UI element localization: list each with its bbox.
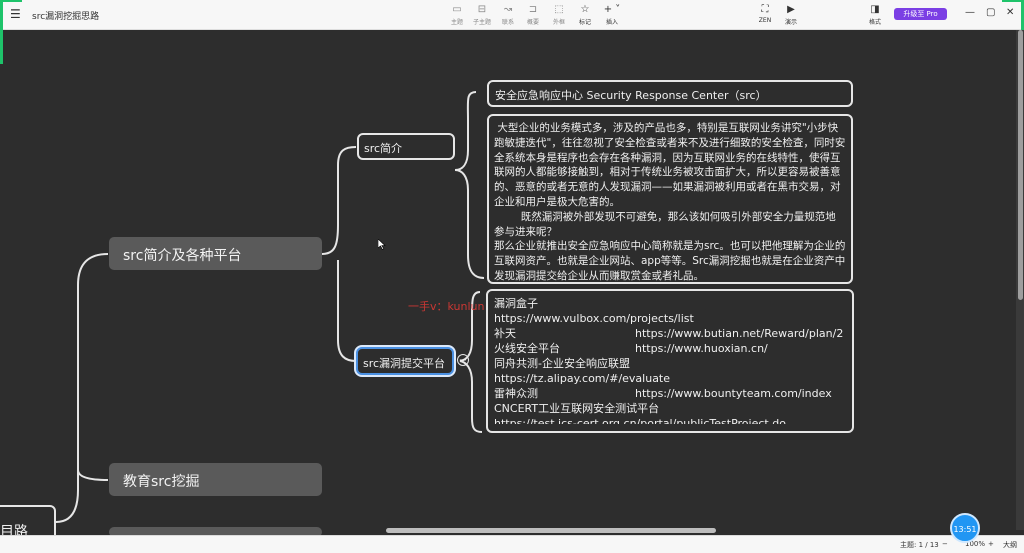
status-bar: 主题: 1 / 13 − 100% + 大纲 [0,535,1024,553]
platform-title: 漏洞盒子 [494,297,538,310]
branch-src-intro-platforms[interactable]: src简介及各种平台 [109,237,322,270]
outline-toggle[interactable]: 大纲 [1003,540,1017,550]
list-item: https://tz.alipay.com/#/evaluate [494,372,671,385]
list-item: https://test.ics-cert.org.cn/portal/publ… [494,417,786,424]
leaf-src-description[interactable]: 大型企业的业务模式多，涉及的产品也多，特别是互联网业务讲究"小步快跑敏捷迭代"，… [487,114,853,284]
topic-count: 主题: 1 / 13 [900,541,939,549]
list-item: 补天 https://www.butian.net/Reward/plan/2 [494,327,844,340]
horizontal-scrollbar[interactable] [386,528,716,533]
leaf-src-definition[interactable]: 安全应急响应中心 Security Response Center（src） [487,80,853,107]
vertical-scrollbar-thumb[interactable] [1018,30,1023,300]
list-item: 雷神众测 https://www.bountyteam.com/index [494,387,832,400]
mouse-cursor-icon [378,239,386,250]
watermark-text: 一手v：kunlun [408,300,485,313]
subtopic-src-platforms[interactable]: src漏洞提交平台 [356,347,454,375]
collapse-toggle-icon[interactable]: − [457,354,469,366]
subtopic-src-intro[interactable]: src简介 [357,133,455,160]
platform-list-content: 漏洞盒子 https://www.vulbox.com/projects/lis… [494,296,846,424]
zoom-in-icon[interactable]: + [988,540,994,548]
list-item: CNCERT工业互联网安全测试平台 [494,402,660,415]
vertical-scrollbar[interactable] [1016,30,1024,530]
list-item: https://www.vulbox.com/projects/list [494,312,694,325]
timer-badge[interactable]: 13:51 [950,513,980,543]
zoom-out-icon[interactable]: − [942,540,948,548]
list-item: 火线安全平台 https://www.huoxian.cn/ [494,342,768,355]
branch-edu-src[interactable]: 教育src挖掘 [109,463,322,496]
list-item: 同舟共测-企业安全响应联盟 [494,357,630,370]
